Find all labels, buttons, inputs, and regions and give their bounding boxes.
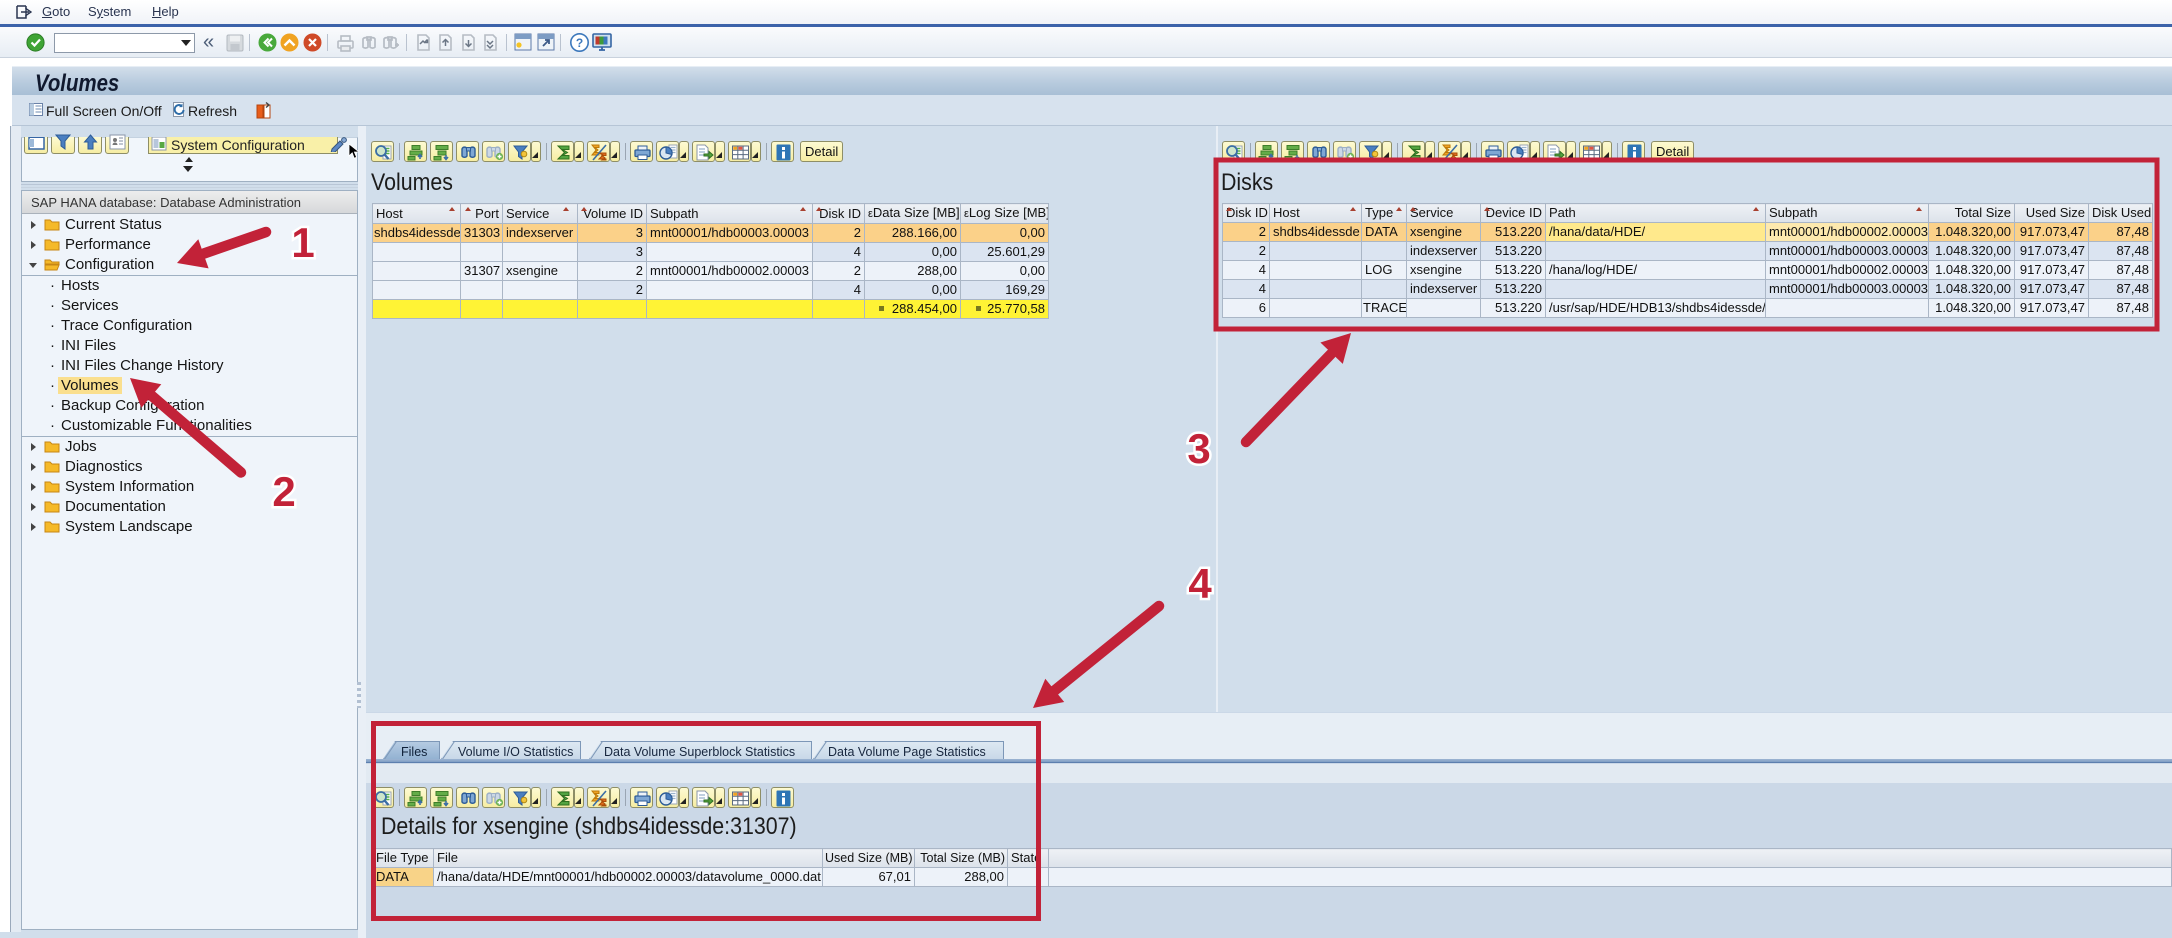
svg-text:?: ?	[576, 36, 583, 50]
